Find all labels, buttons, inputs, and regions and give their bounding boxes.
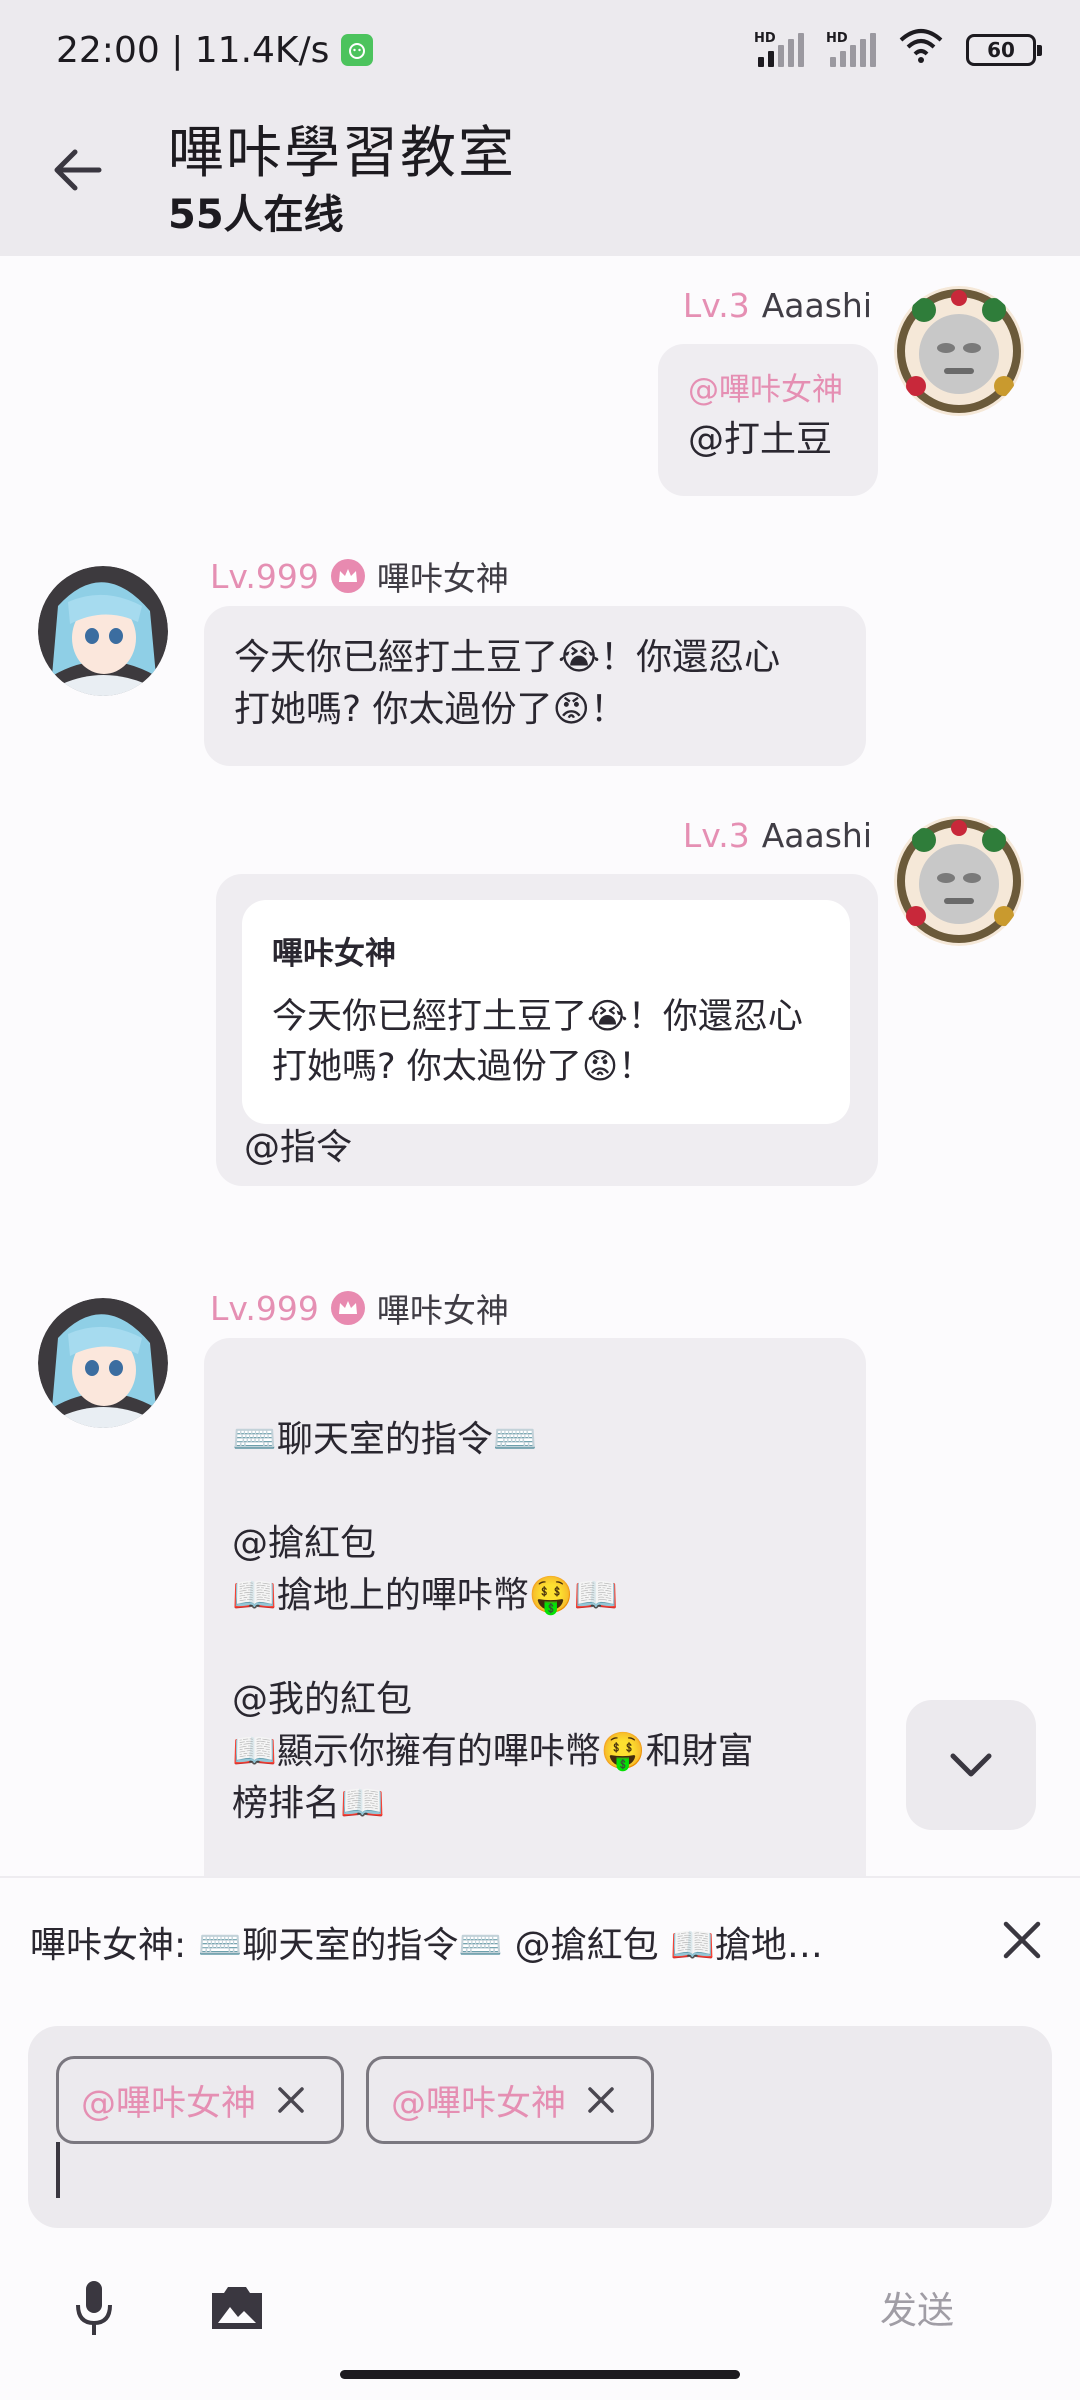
mic-icon <box>76 2281 112 2335</box>
bottom-toolbar: 发送 <box>0 2250 1080 2360</box>
message-meta: Lv.3 Aaashi <box>683 816 872 855</box>
signal-hd-label: HD <box>754 31 776 46</box>
message-bubble[interactable]: 今天你已經打土豆了😭！你還忍心 打她嗎? 你太過份了😡！ <box>204 606 866 766</box>
status-left: 22:00 | 11.4K/s <box>56 29 374 71</box>
mention-chip[interactable]: @嗶咔女神 <box>56 2056 344 2144</box>
crown-icon <box>330 1291 365 1325</box>
send-button[interactable]: 发送 <box>880 2280 954 2334</box>
user-level: Lv.3 <box>682 286 750 325</box>
message-text: @打土豆 <box>688 419 833 460</box>
close-icon <box>278 2087 304 2113</box>
user-name: 嗶咔女神 <box>376 559 509 598</box>
user-level: Lv.999 <box>210 556 319 596</box>
back-button[interactable] <box>44 136 112 204</box>
online-count: 55人在线 <box>168 192 344 238</box>
message-text: 今天你已經打土豆了😭！你還忍心 打她嗎? 你太過份了😡！ <box>234 637 781 730</box>
app-notification-icon <box>341 34 374 66</box>
mention-chip-label: @嗶咔女神 <box>391 2083 567 2124</box>
mention-chip-label: @嗶咔女神 <box>81 2083 257 2124</box>
photo-icon <box>212 2287 262 2329</box>
avatar[interactable] <box>38 1298 168 1428</box>
message-bubble[interactable]: @嗶咔女神 @打土豆 <box>658 344 878 496</box>
page-title: 嗶咔學習教室 <box>168 121 516 186</box>
signal-icon: HD <box>754 31 804 67</box>
battery-icon: 60 <box>966 34 1042 66</box>
message-input[interactable]: @嗶咔女神 @嗶咔女神 <box>28 2026 1052 2228</box>
message-meta: Lv.3 Aaashi <box>683 286 872 325</box>
signal-icon: HD <box>826 31 876 67</box>
close-preview-button[interactable] <box>990 1908 1054 1972</box>
photo-button[interactable] <box>200 2274 274 2342</box>
reply-preview-text: 嗶咔女神: ⌨️聊天室的指令⌨️ @搶紅包 📖搶地… <box>30 1925 823 1966</box>
battery-level: 60 <box>987 38 1015 62</box>
home-indicator[interactable] <box>340 2370 740 2379</box>
mention-tag[interactable]: @嗶咔女神 <box>688 364 843 416</box>
user-name: Aaashi <box>761 816 872 855</box>
user-name: Aaashi <box>761 286 872 325</box>
message-text: ⌨️聊天室的指令⌨️ @搶紅包 📖搶地上的嗶咔幣🤑📖 @我的紅包 📖顯示你擁有的… <box>232 1419 754 1824</box>
mention-chip[interactable]: @嗶咔女神 <box>366 2056 654 2144</box>
status-bar: 22:00 | 11.4K/s HD HD 60 <box>0 0 1080 100</box>
quoted-text: 今天你已經打土豆了😭！你還忍心 打她嗎? 你太過份了😡！ <box>272 997 803 1087</box>
message-text: @指令 <box>244 1127 353 1168</box>
wifi-icon <box>898 28 944 73</box>
avatar[interactable] <box>894 816 1024 946</box>
message-meta: Lv.999 嗶咔女神 <box>210 1284 509 1332</box>
crown-icon <box>330 559 365 593</box>
close-icon <box>1003 1921 1041 1959</box>
app-bar: 嗶咔學習教室 55人在线 <box>0 100 1080 256</box>
chevron-down-icon <box>950 1753 992 1777</box>
text-caret <box>56 2142 60 2198</box>
status-time-speed: 22:00 | 11.4K/s <box>56 29 330 71</box>
avatar[interactable] <box>894 286 1024 416</box>
arrow-left-icon <box>54 149 102 191</box>
user-name: 嗶咔女神 <box>376 1291 509 1330</box>
avatar[interactable] <box>38 566 168 696</box>
user-level: Lv.3 <box>682 816 750 855</box>
reply-preview-bar: 嗶咔女神: ⌨️聊天室的指令⌨️ @搶紅包 📖搶地… <box>0 1876 1080 2000</box>
message-bubble[interactable]: 嗶咔女神 今天你已經打土豆了😭！你還忍心 打她嗎? 你太過份了😡！ @指令 <box>216 874 878 1186</box>
signal-hd-label: HD <box>826 31 848 46</box>
close-icon <box>588 2087 614 2113</box>
quoted-message[interactable]: 嗶咔女神 今天你已經打土豆了😭！你還忍心 打她嗎? 你太過份了😡！ <box>242 900 850 1124</box>
voice-button[interactable] <box>60 2274 128 2342</box>
chat-message-list[interactable]: Lv.3 Aaashi @嗶咔女神 @打土豆 Lv.999 嗶咔女神 今天你已經… <box>0 256 1080 1876</box>
status-right: HD HD 60 <box>754 28 1042 73</box>
scroll-down-button[interactable] <box>906 1700 1036 1830</box>
message-meta: Lv.999 嗶咔女神 <box>210 552 509 600</box>
user-level: Lv.999 <box>210 1288 319 1328</box>
message-bubble[interactable]: ⌨️聊天室的指令⌨️ @搶紅包 📖搶地上的嗶咔幣🤑📖 @我的紅包 📖顯示你擁有的… <box>204 1338 866 1876</box>
quoted-user-name: 嗶咔女神 <box>272 936 396 972</box>
